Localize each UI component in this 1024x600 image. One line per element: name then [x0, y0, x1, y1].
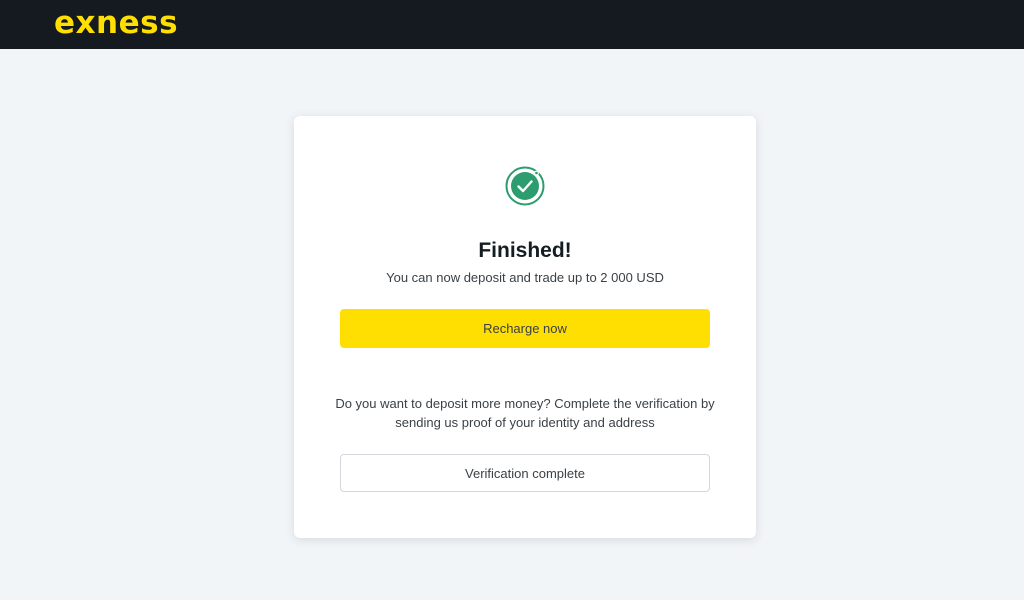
- verification-info-text: Do you want to deposit more money? Compl…: [335, 396, 715, 430]
- recharge-now-button[interactable]: Recharge now: [340, 309, 710, 348]
- top-bar: exness: [0, 0, 1024, 49]
- verification-complete-button[interactable]: Verification complete: [340, 454, 710, 492]
- check-circle-icon: [505, 166, 545, 206]
- deposit-limit-text: You can now deposit and trade up to 2 00…: [386, 270, 664, 285]
- verification-status-card: Finished! You can now deposit and trade …: [294, 116, 756, 538]
- dialog-title: Finished!: [478, 239, 572, 262]
- exness-logo[interactable]: exness: [54, 3, 178, 43]
